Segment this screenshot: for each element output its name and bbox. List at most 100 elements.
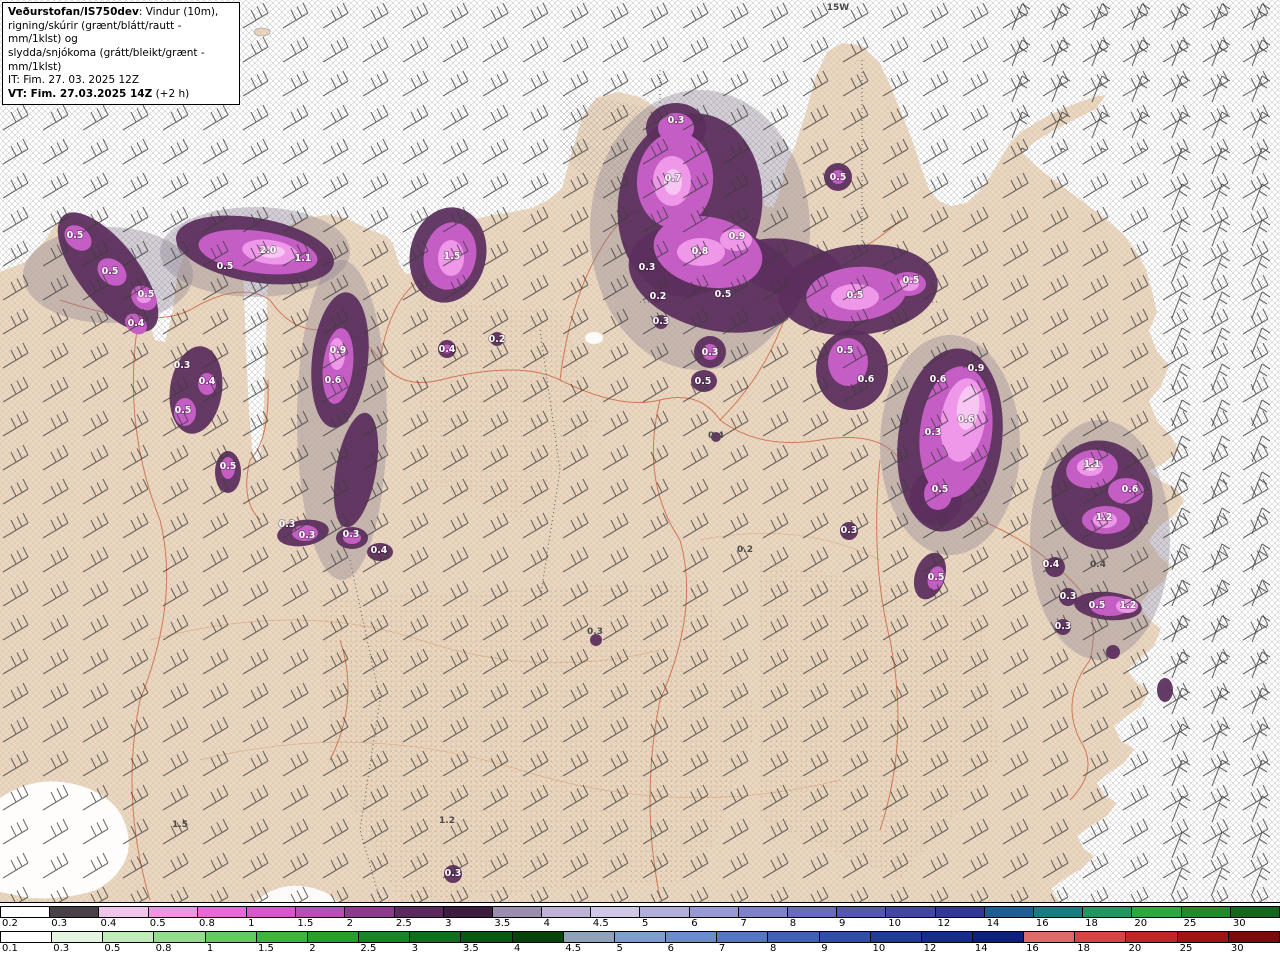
precip-value-label: 1.5: [172, 820, 188, 830]
colorbar-tick-label: 3: [411, 943, 418, 954]
precip-value-label: 0.3: [445, 868, 462, 879]
colorbar-tick-label: 4: [514, 943, 521, 954]
colorbar-tick-label: 12: [937, 918, 951, 929]
colorbar-cell: [885, 907, 935, 917]
colorbar-tick-label: 5: [616, 943, 623, 954]
precip-value-label: 0.5: [102, 266, 119, 277]
colorbar-cell: [147, 907, 197, 917]
colorbar-tick-label: 6: [691, 918, 698, 929]
precip-value-label: 0.3: [299, 530, 316, 541]
colorbar-cell: [920, 932, 972, 942]
precip-value-label: 0.3: [343, 529, 360, 540]
colorbar-cell: [0, 907, 50, 917]
colorbar-tick-label: 7: [740, 918, 747, 929]
precip-value-label: 0.5: [847, 290, 864, 301]
colorbar-cell: [51, 932, 103, 942]
colorbar-cell: [460, 932, 512, 942]
precip-value-label: 0.4: [371, 545, 388, 556]
legend-desc-snow: slydda/snjókoma (grátt/bleikt/grænt - mm…: [8, 46, 205, 73]
colorbar-cell: [491, 907, 542, 917]
colorbar-tick-label: 9: [838, 918, 846, 929]
colorbar-cell: [1074, 932, 1126, 942]
precip-value-label: 0.5: [837, 345, 854, 356]
precip-value-label: 0.5: [932, 484, 949, 495]
colorbar-tick-label: 1: [248, 918, 255, 929]
colorbar-tick-label: 16: [1035, 918, 1049, 929]
forecast-info-box: Veðurstofan/IS750dev: Vindur (10m), rign…: [2, 2, 240, 106]
colorbar-tick-label: 10: [872, 943, 886, 954]
precip-value-label: 15W: [827, 3, 850, 13]
precip-value-label: 0.5: [903, 275, 920, 286]
colorbar-tick-label: 4.5: [592, 918, 609, 929]
precip-value-label: 0.3: [668, 115, 685, 126]
colorbar-tick-label: 30: [1230, 943, 1244, 954]
colorbar-tick-label: 0.1: [2, 943, 18, 954]
colorbar-tick-label: 7: [718, 943, 726, 954]
colorbar-legend: 0.2 0.3 0.4 0.5 0.8 1 1.5 2 2.5 3 3.5 4 4.5 5 6 7 8 9 10 12…: [0, 902, 1280, 958]
colorbar-cell: [49, 907, 99, 917]
precip-value-label: 0.3: [587, 627, 603, 637]
colorbar-cell: [344, 907, 394, 917]
precip-value-label: 0.3: [279, 519, 296, 530]
precip-value-label: 0.5: [175, 405, 192, 416]
colorbar-cell: [836, 907, 886, 917]
colorbar-cell: [1131, 907, 1181, 917]
legend-desc-rain: rigning/skúrir (grænt/blátt/rautt - mm/1…: [8, 19, 182, 46]
precip-value-label: 0.3: [925, 427, 942, 438]
colorbar-tick-label: 3.5: [494, 918, 511, 929]
colorbar-tick-label: 1.5: [297, 918, 314, 929]
colorbar-cell: [1229, 907, 1279, 917]
precip-value-label: 0.2: [650, 291, 667, 302]
colorbar-cell: [511, 932, 563, 942]
precip-value-label: 2.0: [260, 245, 277, 256]
colorbar-cell: [688, 907, 738, 917]
colorbar-cell: [818, 932, 870, 942]
colorbar-tick-label: 14: [974, 943, 988, 954]
colorbar-cell: [196, 907, 246, 917]
colorbar-tick-label: 4: [543, 918, 550, 929]
colorbar-tick-label: 30: [1232, 918, 1246, 929]
colorbar-sleet-snow: [0, 906, 1280, 918]
colorbar-cell: [787, 907, 837, 917]
precip-value-label: 1.5: [444, 251, 461, 262]
colorbar-tick-label: 9: [821, 943, 828, 954]
precip-value-label: 0.3: [1055, 621, 1072, 632]
precip-value-label: 0.3: [702, 347, 719, 358]
precip-value-label: 0.9: [330, 345, 347, 356]
precip-value-label: 0.3: [639, 262, 656, 273]
precip-value-label: 0.6: [858, 374, 875, 385]
colorbar-cell: [934, 907, 984, 917]
precip-value-label: 1.1: [295, 253, 312, 264]
colorbar-tick-label: 3: [445, 918, 452, 929]
precip-value-label: 0.8: [692, 246, 709, 257]
precip-value-label: 0.3: [653, 316, 670, 327]
colorbar-tick-label: 5: [642, 918, 649, 929]
product-title: Veðurstofan/IS750dev: Vindur (10m),: [8, 6, 219, 18]
colorbar-cell: [716, 932, 768, 942]
init-time: IT: Fim. 27. 03. 2025 12Z: [8, 74, 140, 87]
precip-value-label: 0.4: [439, 344, 456, 355]
colorbar-cell: [767, 932, 819, 942]
precip-value-label: 0.2: [489, 334, 506, 345]
precip-value-label: 0.3: [841, 525, 858, 536]
colorbar-cell: [204, 932, 256, 942]
colorbar-cell: [639, 907, 689, 917]
precip-value-label: 0.5: [695, 376, 712, 387]
colorbar-cell: [1023, 932, 1075, 942]
colorbar-cell: [665, 932, 717, 942]
colorbar-tick-label: 1: [206, 943, 214, 954]
precip-value-label: 0.4: [128, 318, 145, 329]
precip-value-label: 0.5: [220, 461, 237, 472]
colorbar-cell: [983, 907, 1033, 917]
weather-map-app: 15W 0.5 0.5 0.5 0.4 0.5 2.0 1.1 1.5 0.3 0.7 0.5 0.9 0…: [0, 0, 1280, 958]
colorbar-cell: [295, 907, 345, 917]
colorbar-cell: [1032, 907, 1083, 917]
precip-value-label: 0.5: [67, 230, 84, 241]
colorbar-tick-label: 0.3: [51, 918, 68, 929]
colorbar-tick-label: 14: [986, 918, 1000, 929]
colorbar-cell: [358, 932, 410, 942]
colorbar-tick-label: 0.4: [100, 918, 117, 929]
colorbar-tick-label: 12: [923, 943, 937, 954]
colorbar-cell: [971, 932, 1024, 942]
colorbar-cell: [98, 907, 148, 917]
